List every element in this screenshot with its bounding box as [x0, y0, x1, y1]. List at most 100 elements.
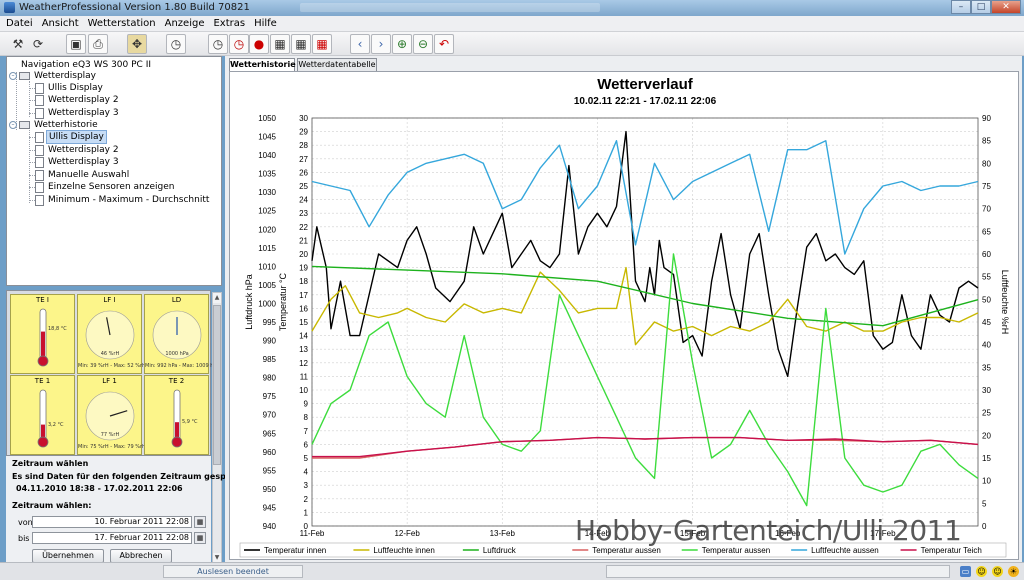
tree-item[interactable]: Wetterdisplay 2: [35, 144, 121, 156]
menu-wetterstation[interactable]: Wetterstation: [88, 16, 156, 31]
gauge-footer: Min: 992 hPa - Max: 1009 hPa: [145, 363, 220, 369]
tree-group-wetterdisplay[interactable]: – Wetterdisplay: [9, 70, 98, 82]
legend-entry: Temperatur aussen: [702, 546, 770, 555]
menu-bar: Datei Ansicht Wetterstation Anzeige Extr…: [0, 16, 1024, 32]
folder-icon: [19, 72, 30, 80]
document-icon: [35, 107, 44, 119]
humidity-tick-label: 10: [982, 477, 991, 486]
zeitraum-heading: Zeitraum wählen: [12, 459, 89, 468]
weather-chart: Wetterverlauf 10.02.11 22:21 - 17.02.11 2…: [239, 76, 1010, 558]
gauge-reading: 1000 hPa: [165, 351, 188, 357]
close-icon[interactable]: ✕: [991, 0, 1021, 14]
zoom-out-icon[interactable]: ⊖: [413, 34, 433, 54]
tree-item[interactable]: Wetterdisplay 3: [35, 156, 121, 168]
save-icon[interactable]: ▣: [66, 34, 86, 54]
menu-hilfe[interactable]: Hilfe: [254, 16, 277, 31]
gauge-tile[interactable]: TE 2 5,9 °C: [144, 375, 209, 455]
zeitraum-info: Es sind Daten für den folgenden Zeitraum…: [12, 472, 261, 481]
print-icon[interactable]: ⎙: [88, 34, 108, 54]
to-date-field[interactable]: 17. Februar 2011 22:08: [32, 532, 192, 544]
temperature-tick-label: 7: [304, 427, 309, 436]
collapse-icon[interactable]: –: [9, 72, 17, 80]
history-red-icon[interactable]: ◷: [229, 34, 249, 54]
zoom-in-icon[interactable]: ⊕: [392, 34, 412, 54]
pressure-tick-label: 1040: [258, 151, 276, 160]
record-icon[interactable]: ●: [249, 34, 269, 54]
apply-button[interactable]: Übernehmen: [32, 549, 104, 563]
document-icon: [35, 194, 44, 206]
minimize-icon[interactable]: –: [951, 0, 971, 14]
scroll-up-icon[interactable]: ▲: [213, 293, 221, 303]
sun-icon[interactable]: ☀: [1008, 566, 1019, 577]
history-icon[interactable]: ◷: [208, 34, 228, 54]
tree-item[interactable]: Wetterdisplay 3: [35, 107, 121, 119]
pressure-axis-label: Luftdruck hPa: [244, 274, 254, 330]
gauge-tile[interactable]: TE 1 3,2 °C: [10, 375, 75, 455]
gauge-tile[interactable]: LF 1 77 %rH Min: 75 %rH - Max: 79 %rH: [77, 375, 146, 455]
gauge-reading: 3,2 °C: [48, 422, 64, 428]
to-label: bis: [18, 534, 30, 543]
zeitraum-panel: Zeitraum wählen Es sind Daten für den fo…: [6, 456, 261, 564]
from-date-field[interactable]: 10. Februar 2011 22:08: [32, 516, 192, 528]
temperature-tick-label: 25: [299, 182, 308, 191]
document-icon: [35, 131, 44, 143]
temperature-tick-label: 22: [299, 223, 308, 232]
prev-icon[interactable]: ‹: [350, 34, 370, 54]
collapse-icon[interactable]: –: [9, 121, 17, 129]
pressure-tick-label: 950: [263, 485, 277, 494]
clock-icon[interactable]: ◷: [166, 34, 186, 54]
temperature-tick-label: 21: [299, 236, 308, 245]
pressure-tick-label: 1005: [258, 281, 276, 290]
legend-entry: Temperatur Teich: [921, 546, 982, 555]
calendar-red-icon[interactable]: ▦: [312, 34, 332, 54]
document-icon: [35, 144, 44, 156]
wizard-icon[interactable]: ⚒: [8, 34, 28, 54]
pressure-tick-label: 945: [263, 503, 277, 512]
monitor-icon[interactable]: ▭: [960, 566, 971, 577]
menu-extras[interactable]: Extras: [213, 16, 245, 31]
gauge-tile[interactable]: LD 1000 hPa Min: 992 hPa - Max: 1009 hPa: [144, 294, 220, 374]
humidity-tick-label: 40: [982, 341, 991, 350]
tree-item[interactable]: Minimum - Maximum - Durchschnitt: [35, 194, 211, 206]
maximize-icon[interactable]: □: [971, 0, 991, 14]
undo-icon[interactable]: ↶: [434, 34, 454, 54]
temperature-tick-label: 30: [299, 114, 308, 123]
tab-wetterdatentabelle[interactable]: Wetterdatentabelle: [297, 58, 377, 71]
menu-datei[interactable]: Datei: [6, 16, 33, 31]
from-label: von: [18, 518, 33, 527]
tree-item[interactable]: Manuelle Auswahl: [35, 169, 131, 181]
calendar-icon[interactable]: ▦: [194, 532, 206, 544]
thermometer-icon: 18,8 °C: [37, 308, 67, 367]
tree-item[interactable]: Wetterdisplay 2: [35, 94, 121, 106]
smiley-icon[interactable]: ☺: [976, 566, 987, 577]
humidity-tick-label: 85: [982, 137, 991, 146]
cancel-button[interactable]: Abbrechen: [110, 549, 172, 563]
gauge-tile[interactable]: LF I 46 %rH Min: 39 %rH - Max: 52 %rH: [77, 294, 146, 374]
gauge-tile[interactable]: TE I 18,8 °C: [10, 294, 75, 374]
calendar-icon[interactable]: ▦: [194, 516, 206, 528]
pressure-tick-label: 975: [263, 392, 277, 401]
humidity-tick-label: 15: [982, 454, 991, 463]
calendar-icon[interactable]: ▦: [291, 34, 311, 54]
tree-item-selected[interactable]: Ullis Display: [35, 130, 107, 144]
menu-anzeige[interactable]: Anzeige: [165, 16, 205, 31]
temperature-tick-label: 27: [299, 155, 308, 164]
next-icon[interactable]: ›: [371, 34, 391, 54]
pressure-tick-label: 955: [263, 466, 277, 475]
tab-wetterhistorie[interactable]: Wetterhistorie: [229, 58, 296, 71]
temperature-tick-label: 24: [299, 196, 308, 205]
scroll-thumb[interactable]: [213, 305, 221, 465]
pressure-tick-label: 965: [263, 429, 277, 438]
tree-item[interactable]: Ullis Display: [35, 82, 105, 94]
menu-ansicht[interactable]: Ansicht: [42, 16, 79, 31]
pressure-tick-label: 990: [263, 337, 277, 346]
refresh-icon[interactable]: ⟳: [28, 34, 48, 54]
move-icon[interactable]: ✥: [127, 34, 147, 54]
tree-item[interactable]: Einzelne Sensoren anzeigen: [35, 181, 176, 193]
gauge-footer: Min: 75 %rH - Max: 79 %rH: [78, 444, 146, 450]
smiley-icon[interactable]: ☺: [992, 566, 1003, 577]
app-icon: [4, 2, 15, 13]
calendar-week-icon[interactable]: ▦: [270, 34, 290, 54]
left-scrollbar[interactable]: ▲ ▼: [212, 292, 222, 564]
thermometer-icon: 3,2 °C: [37, 389, 64, 448]
